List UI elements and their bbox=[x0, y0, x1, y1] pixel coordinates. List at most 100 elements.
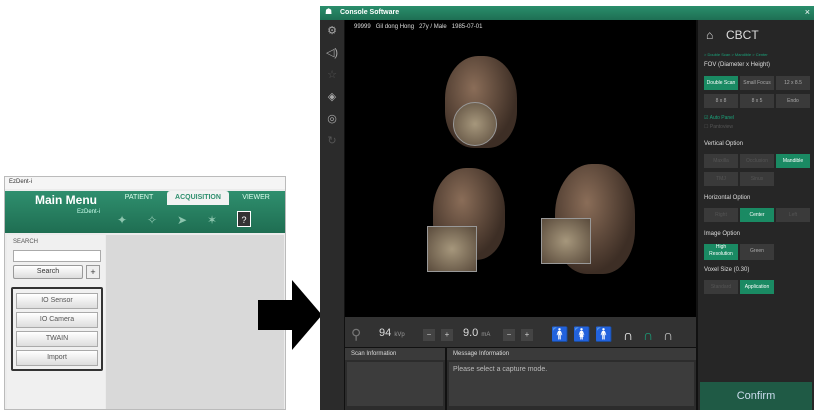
app-logo-icon: ☗ bbox=[325, 7, 333, 16]
vertical-option[interactable]: Mandible bbox=[776, 154, 810, 168]
tab-patient[interactable]: PATIENT bbox=[113, 191, 165, 205]
message-information-panel: Message Information Please select a capt… bbox=[447, 348, 696, 410]
confirm-button[interactable]: Confirm bbox=[700, 382, 812, 410]
twain-button[interactable]: TWAIN bbox=[16, 331, 98, 347]
console-titlebar: Console Software bbox=[320, 6, 814, 20]
horizontal-option[interactable]: Center bbox=[740, 208, 774, 222]
acquire-icon-4[interactable]: ✶ bbox=[205, 213, 219, 227]
ezdent-titlebar: EzDent-i bbox=[5, 177, 285, 189]
patient-figure-icon: ⚲ bbox=[351, 326, 362, 342]
tool-bar: ⚙ ◁) ☆ ◈ ◎ ↻ bbox=[320, 20, 344, 410]
kvp-plus-button[interactable]: + bbox=[441, 329, 453, 341]
horizontal-option: Left bbox=[776, 208, 810, 222]
fov-option[interactable]: Small Focus bbox=[740, 76, 774, 90]
vertical-option: TMJ bbox=[704, 172, 738, 186]
tab-acquisition[interactable]: ACQUISITION bbox=[167, 191, 229, 205]
image-option[interactable]: Green bbox=[740, 244, 774, 260]
star-icon: ☆ bbox=[327, 69, 337, 81]
fov-option[interactable]: 12 x 8.5 bbox=[776, 76, 810, 90]
search-button[interactable]: Search bbox=[13, 265, 83, 279]
arch-large-icon[interactable]: ∩ bbox=[623, 327, 633, 343]
patient-dob: 1985-07-01 bbox=[451, 24, 483, 30]
kvp-number: 94 bbox=[379, 327, 392, 339]
vertical-option: Maxilla bbox=[704, 154, 738, 168]
acquire-icon-3[interactable]: ➤ bbox=[175, 213, 189, 227]
adult-female-icon[interactable]: 🚺 bbox=[573, 326, 590, 343]
gear-icon[interactable]: ⚙ bbox=[320, 20, 344, 42]
preview-area bbox=[345, 20, 696, 317]
home-icon[interactable]: ⌂ bbox=[706, 28, 713, 42]
ma-plus-button[interactable]: + bbox=[521, 329, 533, 341]
fov-option[interactable]: 8 x 8 bbox=[704, 94, 738, 108]
patient-name: Gil dong Hong bbox=[375, 24, 415, 30]
sound-icon[interactable]: ◁) bbox=[320, 42, 344, 64]
fov-option[interactable]: Endo bbox=[776, 94, 810, 108]
acquire-icon-1[interactable]: ✦ bbox=[115, 213, 129, 227]
close-button[interactable]: × bbox=[805, 7, 810, 17]
vertical-option: Sinus bbox=[740, 172, 774, 186]
fov-option[interactable]: Double Scan bbox=[704, 76, 738, 90]
kvp-unit: kVp bbox=[394, 332, 405, 338]
layers-icon[interactable]: ◈ bbox=[320, 86, 344, 108]
add-button[interactable]: + bbox=[86, 265, 100, 279]
fov-top-indicator bbox=[453, 102, 497, 146]
child-size-icon[interactable]: 🚹 bbox=[551, 326, 568, 343]
app-title: EzDent-i bbox=[9, 179, 33, 185]
fov-option[interactable]: 8 x 5 bbox=[740, 94, 774, 108]
arch-medium-icon[interactable]: ∩ bbox=[643, 327, 653, 343]
ma-number: 9.0 bbox=[463, 327, 479, 339]
vertical-option: Occlusion bbox=[740, 154, 774, 168]
auto-panel-label: Auto Panel bbox=[709, 115, 735, 121]
import-button[interactable]: Import bbox=[16, 350, 98, 366]
horizontal-title: Horizontal Option bbox=[704, 195, 751, 201]
console-window: Console Software ☗ × ⚙ ◁) ☆ ◈ ◎ ↻ 99999 … bbox=[320, 6, 814, 410]
voxel-title: Voxel Size (0.30) bbox=[704, 267, 750, 273]
search-label: SEARCH bbox=[13, 239, 39, 245]
scan-info-body bbox=[347, 362, 443, 406]
exposure-bar: ⚲ 94 kVp − + 9.0 mA − + 🚹 🚺 🚹 ∩ ∩ ∩ bbox=[345, 317, 696, 347]
vertical-title: Vertical Option bbox=[704, 141, 744, 147]
refresh-icon: ↻ bbox=[327, 135, 337, 147]
image-title: Image Option bbox=[704, 231, 741, 237]
brand-label: EzDent-i bbox=[77, 209, 101, 215]
message-title: Message Information bbox=[447, 348, 696, 360]
voxel-option: Standard bbox=[704, 280, 738, 294]
help-button[interactable]: ? bbox=[237, 211, 251, 227]
image-option[interactable]: High Resolution bbox=[704, 244, 738, 260]
voxel-option[interactable]: Application bbox=[740, 280, 774, 294]
adult-male-icon[interactable]: 🚹 bbox=[595, 326, 612, 343]
fov-side-indicator[interactable] bbox=[541, 218, 591, 264]
breadcrumb: > Double Scan > Mandible > Center bbox=[704, 52, 768, 57]
patient-id: 99999 bbox=[354, 24, 371, 30]
arrow-right-icon bbox=[258, 280, 322, 350]
scan-information-panel: Scan Information bbox=[345, 348, 445, 410]
fov-front-indicator[interactable] bbox=[427, 226, 477, 272]
auto-panel-checkbox[interactable]: ☑ Auto Panel bbox=[704, 115, 734, 121]
ezdent-window: EzDent-i Main Menu EzDent-i PATIENT ACQU… bbox=[4, 176, 286, 410]
kvp-minus-button[interactable]: − bbox=[423, 329, 435, 341]
pantoview-label: Pantoview bbox=[709, 124, 733, 130]
horizontal-option: Right bbox=[704, 208, 738, 222]
arch-small-icon[interactable]: ∩ bbox=[663, 327, 673, 343]
main-menu-title: Main Menu bbox=[35, 193, 97, 207]
scan-info-title: Scan Information bbox=[345, 348, 445, 360]
io-sensor-button[interactable]: IO Sensor bbox=[16, 293, 98, 309]
fov-title: FOV (Diameter x Height) bbox=[704, 62, 771, 68]
tab-viewer[interactable]: VIEWER bbox=[231, 191, 281, 205]
ma-minus-button[interactable]: − bbox=[503, 329, 515, 341]
console-title: Console Software bbox=[340, 9, 400, 16]
acquisition-device-group: IO Sensor IO Camera TWAIN Import bbox=[11, 287, 103, 371]
search-input[interactable] bbox=[13, 250, 101, 262]
ma-value: 9.0 mA bbox=[463, 327, 490, 339]
pantoview-checkbox: ☐ Pantoview bbox=[704, 124, 733, 130]
kvp-value: 94 kVp bbox=[379, 327, 405, 339]
patient-age-sex: 27y / Male bbox=[419, 24, 447, 30]
ma-unit: mA bbox=[481, 332, 491, 338]
acquire-icon-2[interactable]: ✧ bbox=[145, 213, 159, 227]
target-icon[interactable]: ◎ bbox=[320, 108, 344, 130]
options-panel: ⌂ CBCT > Double Scan > Mandible > Center… bbox=[698, 20, 814, 410]
mode-title: CBCT bbox=[726, 28, 759, 42]
io-camera-button[interactable]: IO Camera bbox=[16, 312, 98, 328]
message-text: Please select a capture mode. bbox=[449, 362, 694, 406]
patient-info: 99999 Gil dong Hong 27y / Male 1985-07-0… bbox=[354, 24, 482, 30]
